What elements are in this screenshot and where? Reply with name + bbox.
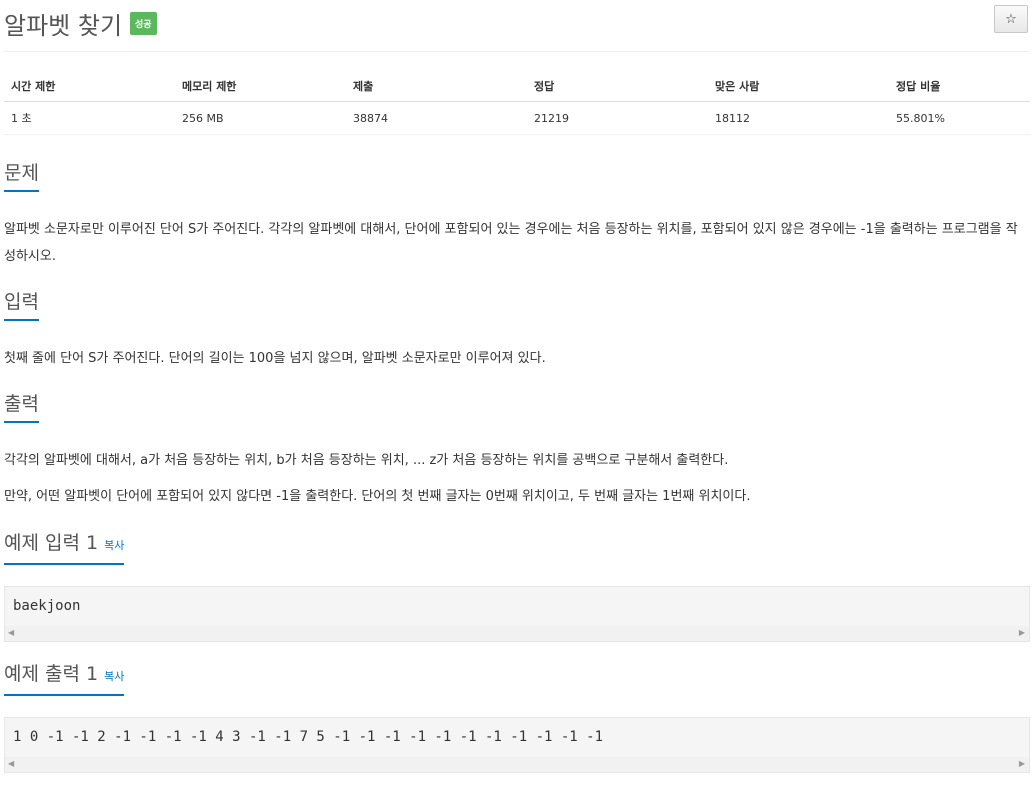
header-solved-users: 맞은 사람: [708, 70, 889, 102]
scroll-right-icon[interactable]: ▶: [1019, 628, 1025, 637]
sample-output-heading-wrap: 예제 출력 1 복사: [4, 663, 125, 696]
sample-output-heading: 예제 출력 1: [4, 663, 99, 685]
time-limit-value: 1 초: [4, 101, 175, 135]
problem-title: 알파벳 찾기: [4, 11, 123, 40]
header-accepted: 정답: [527, 70, 708, 102]
accepted-value[interactable]: 21219: [527, 101, 708, 135]
copy-sample-output-button[interactable]: 복사: [104, 670, 124, 683]
memory-limit-value: 256 MB: [175, 101, 346, 135]
submissions-value[interactable]: 38874: [346, 101, 527, 135]
header-memory-limit: 메모리 제한: [175, 70, 346, 102]
sample-output-scrollbar[interactable]: ◀ ▶: [5, 757, 1029, 772]
status-badge: 성공: [130, 11, 157, 35]
scroll-left-icon[interactable]: ◀: [8, 759, 14, 768]
accept-ratio-value: 55.801%: [889, 101, 1030, 135]
description-heading: 문제: [4, 162, 39, 192]
scroll-right-icon[interactable]: ▶: [1019, 759, 1025, 768]
output-heading: 출력: [4, 393, 39, 423]
solved-users-value[interactable]: 18112: [708, 101, 889, 135]
sample-input-box[interactable]: baekjoon ◀ ▶: [4, 586, 1030, 642]
header-accept-ratio: 정답 비율: [889, 70, 1030, 102]
table-header-row: 시간 제한 메모리 제한 제출 정답 맞은 사람 정답 비율: [4, 70, 1030, 102]
scroll-left-icon[interactable]: ◀: [8, 628, 14, 637]
output-headline: 출력: [4, 393, 1030, 423]
sample-output-headline: 예제 출력 1 복사: [4, 663, 1030, 696]
sample-input-heading: 예제 입력 1: [4, 532, 99, 554]
input-text: 첫째 줄에 단어 S가 주어진다. 단어의 길이는 100을 넘지 않으며, 알…: [4, 351, 546, 366]
star-icon: ☆: [1005, 11, 1017, 27]
favorite-button[interactable]: ☆: [994, 5, 1028, 33]
sample-output-box[interactable]: 1 0 -1 -1 2 -1 -1 -1 -1 4 3 -1 -1 7 5 -1…: [4, 717, 1030, 773]
copy-sample-input-button[interactable]: 복사: [104, 539, 124, 552]
problem-info-table: 시간 제한 메모리 제한 제출 정답 맞은 사람 정답 비율 1 초 256 M…: [4, 70, 1030, 135]
input-headline: 입력: [4, 291, 1030, 321]
output-text-1: 각각의 알파벳에 대해서, a가 처음 등장하는 위치, b가 처음 등장하는 …: [4, 453, 729, 468]
header-submissions: 제출: [346, 70, 527, 102]
table-row: 1 초 256 MB 38874 21219 18112 55.801%: [4, 101, 1030, 135]
sample-input-content[interactable]: baekjoon: [5, 587, 1029, 629]
title-divider: [4, 51, 1030, 52]
problem-title-row: 알파벳 찾기 성공: [4, 6, 157, 40]
sample-output-content[interactable]: 1 0 -1 -1 2 -1 -1 -1 -1 4 3 -1 -1 7 5 -1…: [5, 718, 1029, 760]
sample-input-scrollbar[interactable]: ◀ ▶: [5, 626, 1029, 641]
description-headline: 문제: [4, 162, 1030, 192]
input-heading: 입력: [4, 291, 39, 321]
header-time-limit: 시간 제한: [4, 70, 175, 102]
output-text-2: 만약, 어떤 알파벳이 단어에 포함되어 있지 않다면 -1을 출력한다. 단어…: [4, 489, 751, 504]
sample-input-headline: 예제 입력 1 복사: [4, 532, 1030, 565]
description-text: 알파벳 소문자로만 이루어진 단어 S가 주어진다. 각각의 알파벳에 대해서,…: [4, 222, 1018, 264]
sample-input-heading-wrap: 예제 입력 1 복사: [4, 532, 125, 565]
